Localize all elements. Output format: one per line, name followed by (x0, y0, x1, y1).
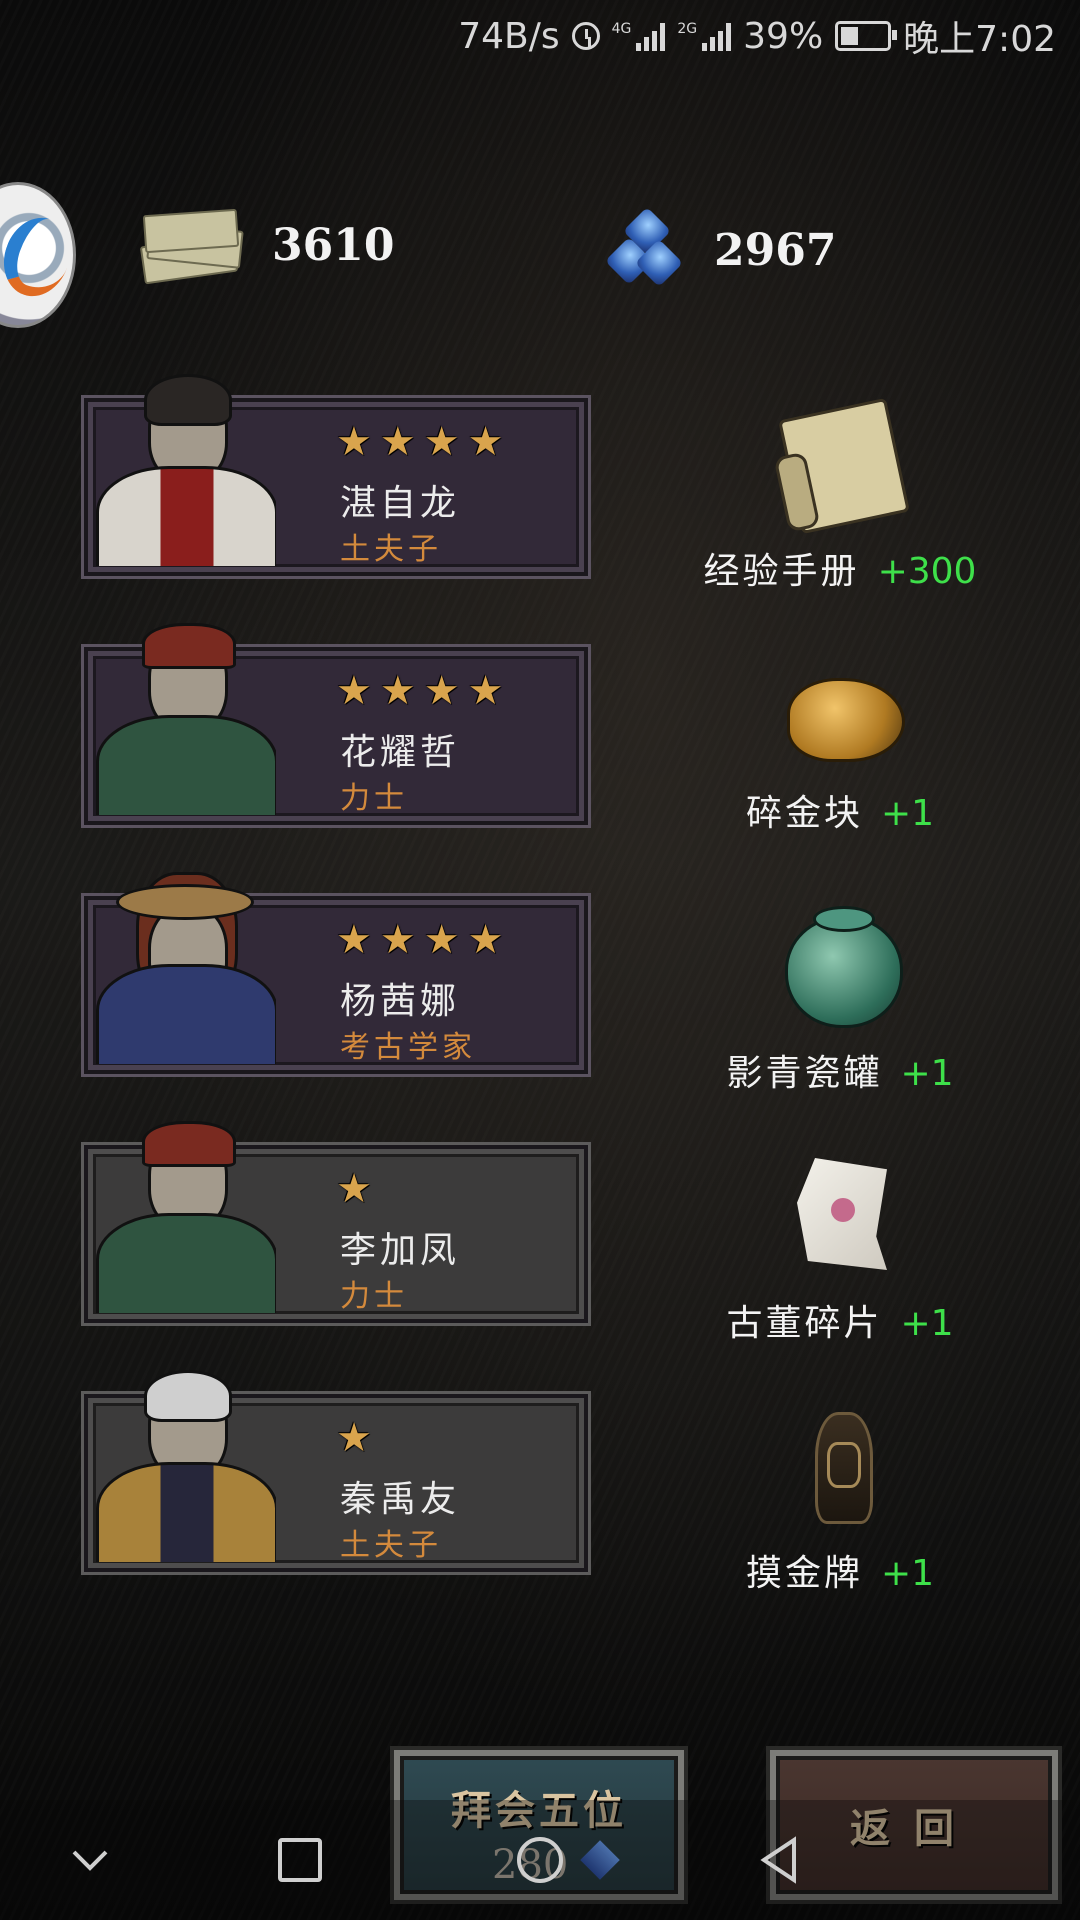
hero-card[interactable]: ★★★★ 湛自龙 土夫子 (84, 374, 588, 576)
reward-qty: +1 (900, 1303, 954, 1344)
reward-name: 碎金块 (745, 793, 863, 834)
hero-portrait (86, 864, 276, 1064)
hero-stars: ★★★★ (336, 917, 512, 963)
hero-class: 力士 (340, 1279, 408, 1314)
reward-name: 经验手册 (703, 551, 860, 592)
back-nav-button[interactable] (750, 1830, 810, 1890)
gem-counter: 2967 (604, 206, 837, 290)
hero-class: 土夫子 (340, 532, 442, 567)
hero-portrait (86, 1113, 276, 1313)
antique-shard-icon (775, 1150, 905, 1280)
hero-card[interactable]: ★ 秦禹友 土夫子 (84, 1370, 588, 1572)
system-navigation-bar (0, 1800, 1080, 1920)
reward-name: 古董碎片 (726, 1303, 883, 1344)
net-speed: 74B/s (458, 15, 560, 57)
hero-portrait (86, 1362, 276, 1562)
status-bar: 74B/s 4G 2G 39% 晚上7:02 (0, 0, 1080, 72)
cash-counter: 3610 (138, 208, 395, 285)
battery-percent: 39% (743, 15, 824, 57)
reward-name: 影青瓷罐 (726, 1053, 883, 1094)
gem-amount: 2967 (714, 224, 837, 276)
reward-item: 摸金牌 +1 (640, 1400, 1040, 1596)
reward-item: 碎金块 +1 (640, 668, 1040, 836)
hero-stars: ★★★★ (336, 668, 512, 714)
hero-card[interactable]: ★ 李加凤 力士 (84, 1121, 588, 1323)
hero-class: 土夫子 (340, 1528, 442, 1563)
reward-qty: +1 (900, 1053, 954, 1094)
hero-card[interactable]: ★★★★ 杨茜娜 考古学家 (84, 872, 588, 1074)
hero-class: 力士 (340, 781, 408, 816)
chevron-down-icon[interactable] (60, 1830, 120, 1890)
porcelain-jar-icon (775, 900, 905, 1030)
cash-amount: 3610 (272, 219, 395, 271)
signal-2g-icon: 2G (677, 21, 732, 51)
hero-stars: ★ (336, 1166, 372, 1212)
cash-icon (138, 208, 244, 285)
hero-class: 考古学家 (340, 1030, 476, 1065)
gem-icon (604, 206, 684, 290)
reward-qty: +1 (880, 793, 935, 834)
recent-apps-button[interactable] (270, 1830, 330, 1890)
hero-name: 杨茜娜 (340, 981, 461, 1022)
gold-nugget-icon (775, 668, 905, 762)
battery-icon (835, 21, 898, 51)
reward-name: 摸金牌 (745, 1553, 863, 1594)
gold-touch-amulet-icon (775, 1400, 905, 1530)
signal-4g-icon: 4G (612, 21, 666, 51)
hero-card[interactable]: ★★★★ 花耀哲 力士 (84, 623, 588, 825)
reward-item: 经验手册 +300 (640, 397, 1040, 594)
hero-stars: ★ (336, 1415, 372, 1461)
hero-name: 秦禹友 (340, 1479, 461, 1520)
alarm-icon (571, 22, 600, 50)
floating-assistant-icon[interactable] (0, 182, 81, 328)
clock: 晚上7:02 (903, 19, 1056, 60)
reward-item: 古董碎片 +1 (640, 1150, 1040, 1346)
scroll-icon (773, 397, 910, 535)
hero-name: 李加凤 (340, 1230, 461, 1271)
hero-name: 湛自龙 (340, 483, 461, 524)
hero-stars: ★★★★ (336, 419, 512, 465)
reward-item: 影青瓷罐 +1 (640, 900, 1040, 1096)
reward-qty: +300 (877, 551, 977, 592)
hero-portrait (86, 615, 276, 815)
reward-qty: +1 (880, 1553, 935, 1594)
hero-name: 花耀哲 (340, 732, 461, 773)
hero-portrait (86, 366, 276, 566)
home-button[interactable] (510, 1830, 570, 1890)
